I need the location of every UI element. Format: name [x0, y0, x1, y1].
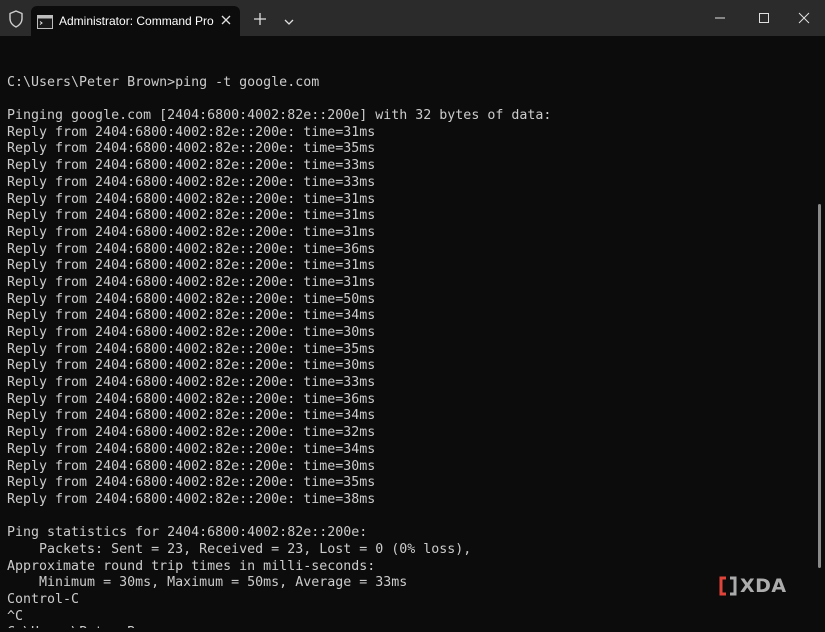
terminal-line: Reply from 2404:6800:4002:82e::200e: tim… [7, 124, 376, 140]
terminal-line: Reply from 2404:6800:4002:82e::200e: tim… [7, 491, 376, 507]
watermark-text: XDA [740, 575, 787, 597]
terminal-line: Pinging google.com [2404:6800:4002:82e::… [7, 108, 552, 124]
terminal-line: Ping statistics for 2404:6800:4002:82e::… [7, 525, 368, 541]
terminal-line: Reply from 2404:6800:4002:82e::200e: tim… [7, 425, 376, 441]
terminal-line: Reply from 2404:6800:4002:82e::200e: tim… [7, 274, 376, 290]
terminal-line: Minimum = 30ms, Maximum = 50ms, Average … [7, 575, 408, 591]
terminal-line: Reply from 2404:6800:4002:82e::200e: tim… [7, 391, 376, 407]
terminal-output[interactable]: C:\Users\Peter Brown>ping -t google.com P… [7, 58, 807, 628]
terminal-line: Reply from 2404:6800:4002:82e::200e: tim… [7, 475, 376, 491]
terminal-line: Approximate round trip times in milli-se… [7, 558, 376, 574]
terminal-line: C:\Users\Peter Brown>ping -t google.com [7, 74, 320, 90]
terminal-line: Reply from 2404:6800:4002:82e::200e: tim… [7, 208, 376, 224]
terminal-line: Reply from 2404:6800:4002:82e::200e: tim… [7, 341, 376, 357]
terminal-line: Reply from 2404:6800:4002:82e::200e: tim… [7, 375, 376, 391]
terminal-line: Reply from 2404:6800:4002:82e::200e: tim… [7, 158, 376, 174]
terminal-line: Reply from 2404:6800:4002:82e::200e: tim… [7, 174, 376, 190]
chevron-down-icon[interactable] [282, 13, 296, 25]
terminal-line: Reply from 2404:6800:4002:82e::200e: tim… [7, 441, 376, 457]
terminal-line: Reply from 2404:6800:4002:82e::200e: tim… [7, 358, 376, 374]
close-icon [798, 12, 810, 24]
tab-command-prompt[interactable]: Administrator: Command Pro [31, 6, 240, 36]
scrollbar[interactable] [818, 204, 821, 568]
terminal-line: Reply from 2404:6800:4002:82e::200e: tim… [7, 258, 376, 274]
minimize-button[interactable] [697, 0, 743, 36]
terminal-icon [37, 14, 53, 29]
shield-icon [6, 9, 26, 29]
close-icon[interactable] [217, 11, 235, 29]
xda-logo-icon [718, 576, 738, 596]
minimize-icon [715, 17, 725, 19]
plus-icon[interactable] [252, 11, 268, 27]
terminal-line: C:\Users\Peter Brown> [7, 625, 807, 628]
terminal-line: ^C [7, 608, 24, 624]
tab-title: Administrator: Command Pro [59, 14, 214, 28]
terminal-line: Reply from 2404:6800:4002:82e::200e: tim… [7, 191, 376, 207]
terminal-line: Reply from 2404:6800:4002:82e::200e: tim… [7, 325, 376, 340]
terminal-line: Packets: Sent = 23, Received = 23, Lost … [7, 541, 472, 557]
terminal-line: Reply from 2404:6800:4002:82e::200e: tim… [7, 308, 376, 324]
maximize-icon [759, 13, 769, 23]
terminal-line: Control-C [7, 592, 80, 607]
xda-watermark: XDA [718, 575, 798, 597]
terminal-line: Reply from 2404:6800:4002:82e::200e: tim… [7, 141, 376, 157]
title-bar: Administrator: Command Pro [0, 0, 825, 36]
terminal-line: Reply from 2404:6800:4002:82e::200e: tim… [7, 408, 376, 424]
terminal-line: Reply from 2404:6800:4002:82e::200e: tim… [7, 224, 376, 240]
close-button[interactable] [781, 0, 825, 36]
terminal-line: Reply from 2404:6800:4002:82e::200e: tim… [7, 241, 376, 257]
terminal-line: Reply from 2404:6800:4002:82e::200e: tim… [7, 291, 376, 307]
terminal-line: Reply from 2404:6800:4002:82e::200e: tim… [7, 458, 376, 474]
